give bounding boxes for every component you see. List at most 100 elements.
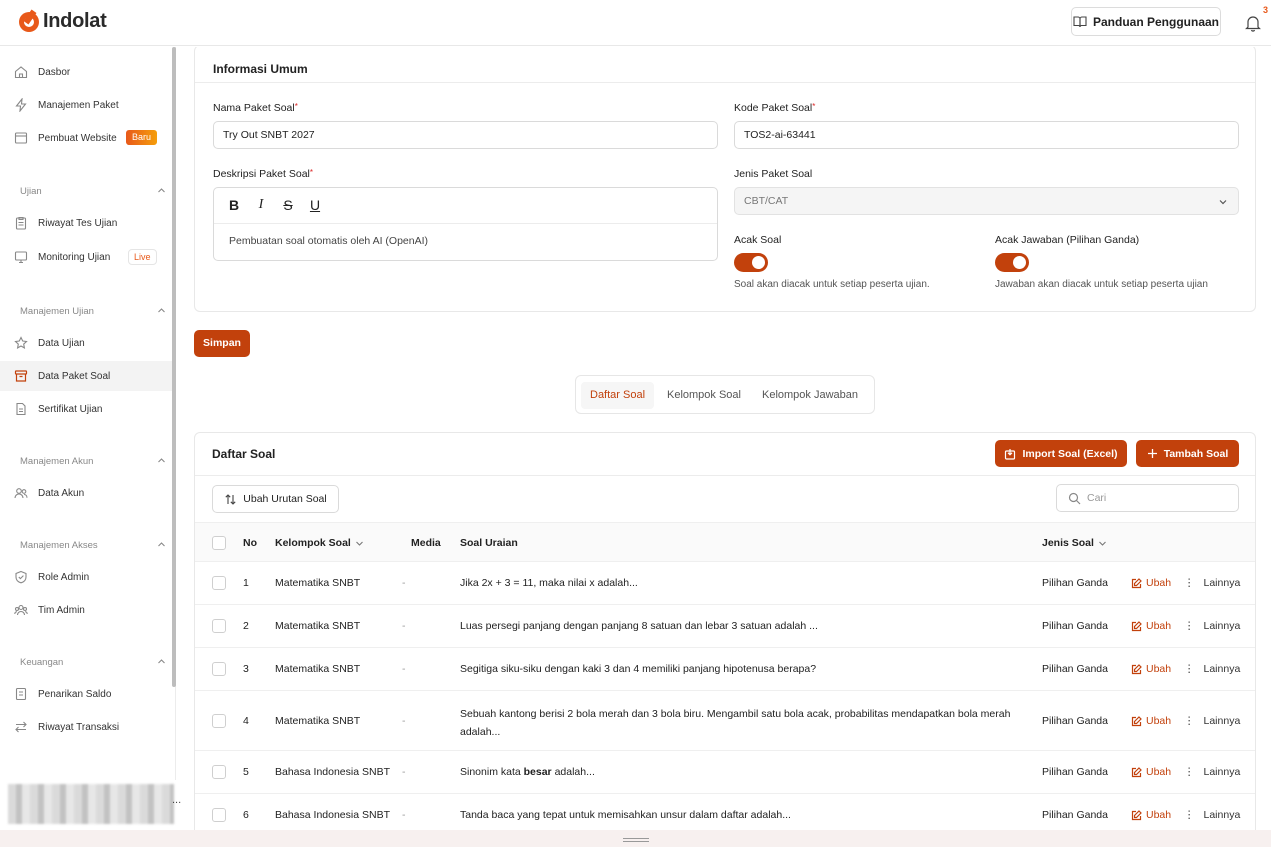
row-checkbox[interactable]	[212, 808, 226, 822]
edit-button[interactable]: Ubah	[1131, 620, 1171, 632]
reorder-button[interactable]: Ubah Urutan Soal	[212, 485, 339, 513]
strikethrough-icon[interactable]: S	[280, 197, 296, 213]
card-title: Informasi Umum	[213, 62, 308, 76]
row-no: 3	[243, 663, 249, 675]
chevron-up-icon	[158, 542, 165, 547]
sidebar-item-penarikan-saldo[interactable]: Penarikan Saldo	[0, 679, 172, 709]
search-icon	[1068, 492, 1081, 505]
row-type: Pilihan Ganda	[1042, 577, 1108, 589]
acak-jawaban-toggle[interactable]	[995, 253, 1029, 272]
table-row[interactable]: 1 Matematika SNBT - Jika 2x + 3 = 11, ma…	[195, 562, 1255, 605]
import-label: Import Soal (Excel)	[1022, 447, 1118, 460]
jenis-value: CBT/CAT	[744, 195, 789, 207]
underline-icon[interactable]: U	[307, 197, 323, 213]
table-row[interactable]: 2 Matematika SNBT - Luas persegi panjang…	[195, 605, 1255, 648]
guide-button[interactable]: Panduan Penggunaan	[1071, 7, 1221, 36]
more-button[interactable]: ⋮ Lainnya	[1184, 620, 1240, 632]
save-button[interactable]: Simpan	[194, 330, 250, 357]
row-question: Segitiga siku-siku dengan kaki 3 dan 4 m…	[460, 663, 817, 675]
edit-button[interactable]: Ubah	[1131, 809, 1171, 821]
row-no: 4	[243, 715, 249, 727]
tab-kelompok-soal[interactable]: Kelompok Soal	[658, 382, 750, 409]
main-content: Informasi Umum Nama Paket Soal* Try Out …	[176, 47, 1271, 830]
sidebar-item-manajemen-paket[interactable]: Manajemen Paket	[0, 90, 172, 120]
row-group: Matematika SNBT	[275, 663, 361, 675]
table-row[interactable]: 6 Bahasa Indonesia SNBT - Tanda baca yan…	[195, 794, 1255, 830]
more-button[interactable]: ⋮ Lainnya	[1184, 809, 1240, 821]
deskripsi-label: Deskripsi Paket Soal*	[213, 168, 313, 180]
bold-icon[interactable]: B	[226, 197, 242, 213]
column-group[interactable]: Kelompok Soal	[275, 523, 364, 563]
sidebar-item-role-admin[interactable]: Role Admin	[0, 562, 172, 592]
column-question: Soal Uraian	[460, 537, 518, 549]
deskripsi-editor[interactable]: B I S U Pembuatan soal otomatis oleh AI …	[213, 187, 718, 261]
row-group: Bahasa Indonesia SNBT	[275, 766, 390, 778]
sidebar-item-label: Riwayat Tes Ujian	[38, 217, 118, 229]
tab-kelompok-jawaban[interactable]: Kelompok Jawaban	[753, 382, 867, 409]
acak-soal-toggle[interactable]	[734, 253, 768, 272]
bell-icon[interactable]	[1245, 14, 1261, 32]
chevron-down-icon	[355, 541, 363, 546]
more-button[interactable]: ⋮ Lainnya	[1184, 577, 1240, 589]
edit-icon	[1131, 620, 1142, 631]
sidebar-item-riwayat-tes-ujian[interactable]: Riwayat Tes Ujian	[0, 208, 172, 238]
kode-paket-input[interactable]: TOS2-ai-63441	[734, 121, 1239, 149]
edit-button[interactable]: Ubah	[1131, 577, 1171, 589]
sidebar-item-riwayat-transaksi[interactable]: Riwayat Transaksi	[0, 712, 172, 742]
sidebar-item-data-paket-soal[interactable]: Data Paket Soal	[0, 361, 172, 391]
sidebar-item-pembuat-website[interactable]: Pembuat Website Baru	[0, 123, 172, 153]
app-name: Indolat	[43, 10, 107, 32]
edit-button[interactable]: Ubah	[1131, 663, 1171, 675]
section-keuangan[interactable]: Keuangan	[20, 657, 170, 668]
more-button[interactable]: ⋮ Lainnya	[1184, 663, 1240, 675]
import-button[interactable]: Import Soal (Excel)	[995, 440, 1127, 467]
row-checkbox[interactable]	[212, 662, 226, 676]
browser-icon	[14, 132, 28, 144]
row-no: 2	[243, 620, 249, 632]
add-question-button[interactable]: Tambah Soal	[1136, 440, 1239, 467]
edit-button[interactable]: Ubah	[1131, 766, 1171, 778]
live-badge: Live	[128, 249, 157, 265]
sidebar-item-sertifikat-ujian[interactable]: Sertifikat Ujian	[0, 394, 172, 424]
row-checkbox[interactable]	[212, 765, 226, 779]
search-input[interactable]: Cari	[1056, 484, 1239, 512]
sidebar-item-label: Role Admin	[38, 571, 90, 583]
kebab-icon: ⋮	[1184, 577, 1195, 589]
sidebar-item-data-ujian[interactable]: Data Ujian	[0, 328, 172, 358]
italic-icon[interactable]: I	[253, 197, 269, 213]
deskripsi-text[interactable]: Pembuatan soal otomatis oleh AI (OpenAI)	[229, 235, 428, 247]
section-manajemen-akses[interactable]: Manajemen Akses	[20, 540, 170, 551]
edit-button[interactable]: Ubah	[1131, 715, 1171, 727]
table-row[interactable]: 4 Matematika SNBT - Sebuah kantong beris…	[195, 691, 1255, 751]
resize-handle[interactable]	[623, 838, 649, 842]
section-manajemen-akun[interactable]: Manajemen Akun	[20, 456, 170, 467]
more-button[interactable]: ⋮ Lainnya	[1184, 715, 1240, 727]
sidebar-item-dasbor[interactable]: Dasbor	[0, 57, 172, 87]
section-manajemen-ujian[interactable]: Manajemen Ujian	[20, 306, 170, 317]
row-media: -	[402, 715, 406, 727]
table-row[interactable]: 5 Bahasa Indonesia SNBT - Sinonim kata b…	[195, 751, 1255, 794]
sidebar-item-label: Manajemen Paket	[38, 99, 119, 111]
row-type: Pilihan Ganda	[1042, 663, 1108, 675]
sidebar-item-data-akun[interactable]: Data Akun	[0, 478, 172, 508]
jenis-paket-select[interactable]: CBT/CAT	[734, 187, 1239, 215]
row-checkbox[interactable]	[212, 714, 226, 728]
column-type[interactable]: Jenis Soal	[1042, 523, 1107, 563]
more-button[interactable]: ⋮ Lainnya	[1184, 766, 1240, 778]
app-logo[interactable]: Indolat	[19, 10, 107, 33]
section-ujian[interactable]: Ujian	[20, 186, 170, 197]
edit-icon	[1131, 715, 1142, 726]
tab-daftar-soal[interactable]: Daftar Soal	[581, 382, 655, 409]
table-row[interactable]: 3 Matematika SNBT - Segitiga siku-siku d…	[195, 648, 1255, 691]
user-profile[interactable]: ...	[0, 780, 181, 830]
nama-paket-input[interactable]: Try Out SNBT 2027	[213, 121, 718, 149]
row-checkbox[interactable]	[212, 619, 226, 633]
sidebar-item-monitoring-ujian[interactable]: Monitoring Ujian Live	[0, 242, 172, 272]
logo-icon	[19, 11, 39, 32]
question-list-card: Daftar Soal Import Soal (Excel) Tambah S…	[194, 432, 1256, 830]
sidebar-item-tim-admin[interactable]: Tim Admin	[0, 595, 172, 625]
select-all-checkbox[interactable]	[212, 536, 226, 550]
row-checkbox[interactable]	[212, 576, 226, 590]
row-group: Matematika SNBT	[275, 577, 361, 589]
row-media: -	[402, 620, 406, 632]
